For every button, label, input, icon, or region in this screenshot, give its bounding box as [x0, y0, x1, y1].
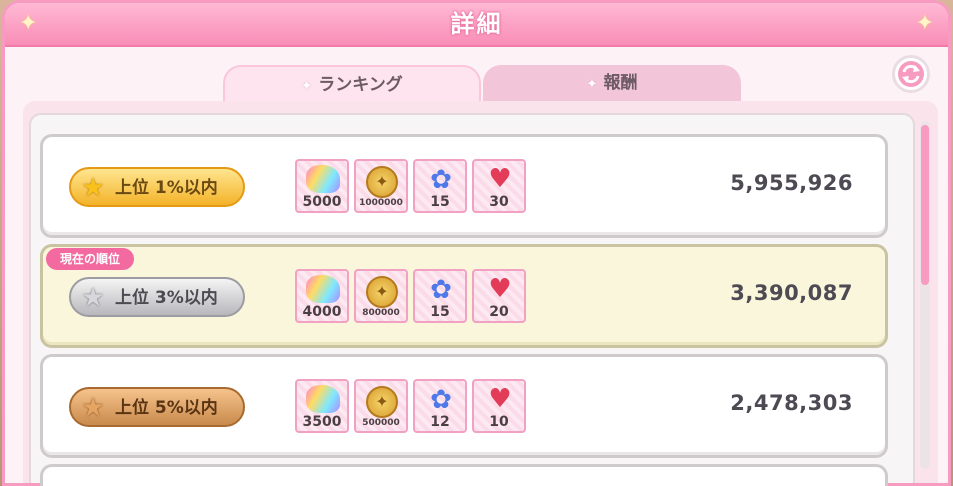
rank-badge: ★ 上位 5%以内 — [69, 387, 245, 427]
reward-qty: 10 — [489, 414, 509, 430]
ranking-row[interactable]: ★ 上位 5%以内 3500 ✦ 500000 ✿ 12 ♥ 10 2,478,… — [40, 354, 888, 458]
rank-points: 5,955,926 — [730, 171, 853, 195]
heart-bouquet-icon: ♥ — [488, 164, 512, 194]
scrollbar[interactable] — [920, 121, 930, 469]
reward-item[interactable]: ✿ 15 — [413, 269, 467, 323]
reward-item[interactable]: ✦ 500000 — [354, 379, 408, 433]
reward-qty: 15 — [430, 194, 450, 210]
rank-points: 2,478,303 — [730, 391, 853, 415]
ranking-row-current[interactable]: ★ 上位 3%以内 4000 ✦ 800000 ✿ 15 ♥ 20 3,390,… — [40, 244, 888, 348]
dialog-title: 詳細 — [450, 10, 503, 38]
reward-qty: 12 — [430, 414, 450, 430]
reward-item[interactable]: ♥ 10 — [472, 379, 526, 433]
reward-qty: 800000 — [362, 308, 400, 318]
blue-rose-icon: ✿ — [430, 275, 452, 305]
refresh-icon — [898, 61, 924, 87]
reward-item[interactable]: ♥ 20 — [472, 269, 526, 323]
rank-badge: ★ 上位 3%以内 — [69, 277, 245, 317]
sparkle-icon: ✦ — [301, 79, 313, 94]
reward-item[interactable]: 5000 — [295, 159, 349, 213]
reward-item[interactable]: ♥ 30 — [472, 159, 526, 213]
reward-item[interactable]: ✿ 12 — [413, 379, 467, 433]
rainbow-gem-icon — [306, 165, 340, 193]
bronze-star-icon: ★ — [81, 393, 105, 423]
rainbow-gem-icon — [306, 385, 340, 413]
rank-label: 上位 5%以内 — [115, 398, 218, 418]
reward-qty: 1000000 — [359, 198, 403, 208]
sparkle-icon: ✦ — [586, 77, 598, 92]
sparkle-icon: ✦ — [19, 11, 38, 36]
tab-reward-label: 報酬 — [603, 73, 638, 93]
rank-label: 上位 1%以内 — [115, 178, 218, 198]
sparkle-icon: ✦ — [915, 11, 934, 36]
scrollbar-thumb[interactable] — [921, 125, 929, 285]
heart-bouquet-icon: ♥ — [488, 274, 512, 304]
title-bar: ✦ 詳細 ✦ — [5, 3, 948, 47]
ranking-row-partial[interactable] — [40, 464, 888, 486]
refresh-button[interactable] — [892, 55, 930, 93]
rank-badge: ★ 上位 1%以内 — [69, 167, 245, 207]
tab-ranking-label: ランキング — [318, 75, 403, 95]
reward-qty: 20 — [489, 304, 509, 320]
reward-item[interactable]: ✦ 800000 — [354, 269, 408, 323]
rank-label: 上位 3%以内 — [115, 288, 218, 308]
rank-points: 3,390,087 — [730, 281, 853, 305]
reward-qty: 30 — [489, 194, 509, 210]
heart-bouquet-icon: ♥ — [488, 384, 512, 414]
blue-rose-icon: ✿ — [430, 385, 452, 415]
gold-coin-icon: ✦ — [366, 386, 398, 418]
reward-qty: 500000 — [362, 418, 400, 428]
reward-qty: 5000 — [302, 194, 342, 210]
rainbow-gem-icon — [306, 275, 340, 303]
reward-qty: 4000 — [302, 304, 342, 320]
gold-coin-icon: ✦ — [366, 166, 398, 198]
gold-coin-icon: ✦ — [366, 276, 398, 308]
reward-item[interactable]: ✦ 1000000 — [354, 159, 408, 213]
reward-qty: 3500 — [302, 414, 342, 430]
reward-qty: 15 — [430, 304, 450, 320]
silver-star-icon: ★ — [81, 283, 105, 313]
gold-star-icon: ★ — [81, 173, 105, 203]
reward-item[interactable]: ✿ 15 — [413, 159, 467, 213]
tab-ranking[interactable]: ✦ ランキング — [223, 65, 481, 103]
ranking-row[interactable]: ★ 上位 1%以内 5000 ✦ 1000000 ✿ 15 ♥ 30 5,955… — [40, 134, 888, 238]
tab-reward[interactable]: ✦ 報酬 — [483, 65, 741, 103]
blue-rose-icon: ✿ — [430, 165, 452, 195]
reward-item[interactable]: 4000 — [295, 269, 349, 323]
reward-item[interactable]: 3500 — [295, 379, 349, 433]
current-rank-tag: 現在の順位 — [46, 248, 134, 270]
